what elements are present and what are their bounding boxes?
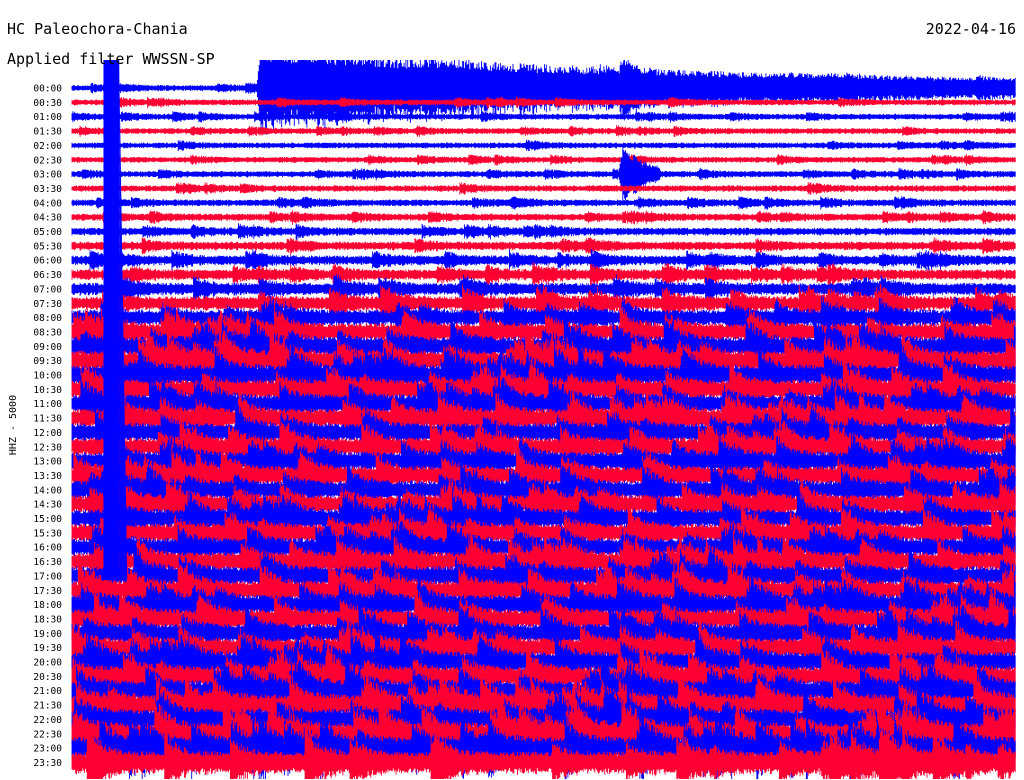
time-label: 22:30 [33,729,62,740]
trace-0230 [71,154,1016,166]
time-label: 20:00 [33,658,62,669]
time-labels: 00:00 00:30 01:00 01:30 02:00 02:30 03:00 03:30… [33,84,62,769]
trace-0400 [71,195,1016,210]
time-label: 05:30 [33,241,62,252]
time-label: 06:30 [33,270,62,281]
time-label: 16:30 [33,557,62,568]
time-label: 11:00 [33,399,62,410]
traces [71,60,1016,779]
time-label: 19:30 [33,643,62,654]
time-label: 05:00 [33,227,62,238]
large-event-column [103,60,120,580]
trace-0000 [71,60,1016,135]
time-label: 12:00 [33,428,62,439]
time-label: 02:30 [33,155,62,166]
time-label: 08:30 [33,327,62,338]
time-label: 19:00 [33,629,62,640]
time-label: 07:00 [33,284,62,295]
time-label: 02:00 [33,141,62,152]
time-label: 04:30 [33,213,62,224]
time-label: 23:00 [33,744,62,755]
trace-0330 [71,182,1016,195]
time-label: 03:00 [33,170,62,181]
time-label: 04:00 [33,198,62,209]
time-label: 21:30 [33,701,62,712]
trace-0500 [71,223,1016,240]
time-label: 06:00 [33,256,62,267]
trace-0300 [71,146,1016,205]
time-label: 23:30 [33,758,62,769]
time-label: 15:00 [33,514,62,525]
filter-label: Applied filter WWSSN-SP [7,50,215,68]
trace-0130 [71,125,1016,137]
time-label: 00:00 [33,84,62,95]
time-label: 13:30 [33,471,62,482]
time-label: 14:30 [33,500,62,511]
time-label: 10:00 [33,371,62,382]
trace-0200 [71,139,1016,152]
y-axis-label: HHZ - 5000 [8,395,19,455]
time-label: 18:00 [33,600,62,611]
time-label: 13:00 [33,457,62,468]
time-label: 14:00 [33,485,62,496]
station-title: HC Paleochora-Chania [7,20,188,38]
time-label: 21:00 [33,686,62,697]
time-label: 18:30 [33,614,62,625]
time-label: 15:30 [33,528,62,539]
time-label: 10:30 [33,385,62,396]
trace-0100 [71,110,1016,123]
helicorder-plot: 00:00 00:30 01:00 01:30 02:00 02:30 03:00 03:30… [8,60,1016,779]
time-label: 17:00 [33,571,62,582]
time-label: 09:00 [33,342,62,353]
trace-0530 [71,237,1016,256]
time-label: 20:30 [33,672,62,683]
time-label: 01:30 [33,127,62,138]
time-label: 16:00 [33,543,62,554]
time-label: 03:30 [33,184,62,195]
time-label: 08:00 [33,313,62,324]
time-label: 09:30 [33,356,62,367]
time-label: 22:00 [33,715,62,726]
trace-0430 [71,209,1016,225]
time-label: 12:30 [33,442,62,453]
time-label: 00:30 [33,98,62,109]
time-label: 01:00 [33,112,62,123]
date-label: 2022-04-16 [925,20,1016,38]
time-label: 07:30 [33,299,62,310]
time-label: 11:30 [33,414,62,425]
time-label: 17:30 [33,586,62,597]
